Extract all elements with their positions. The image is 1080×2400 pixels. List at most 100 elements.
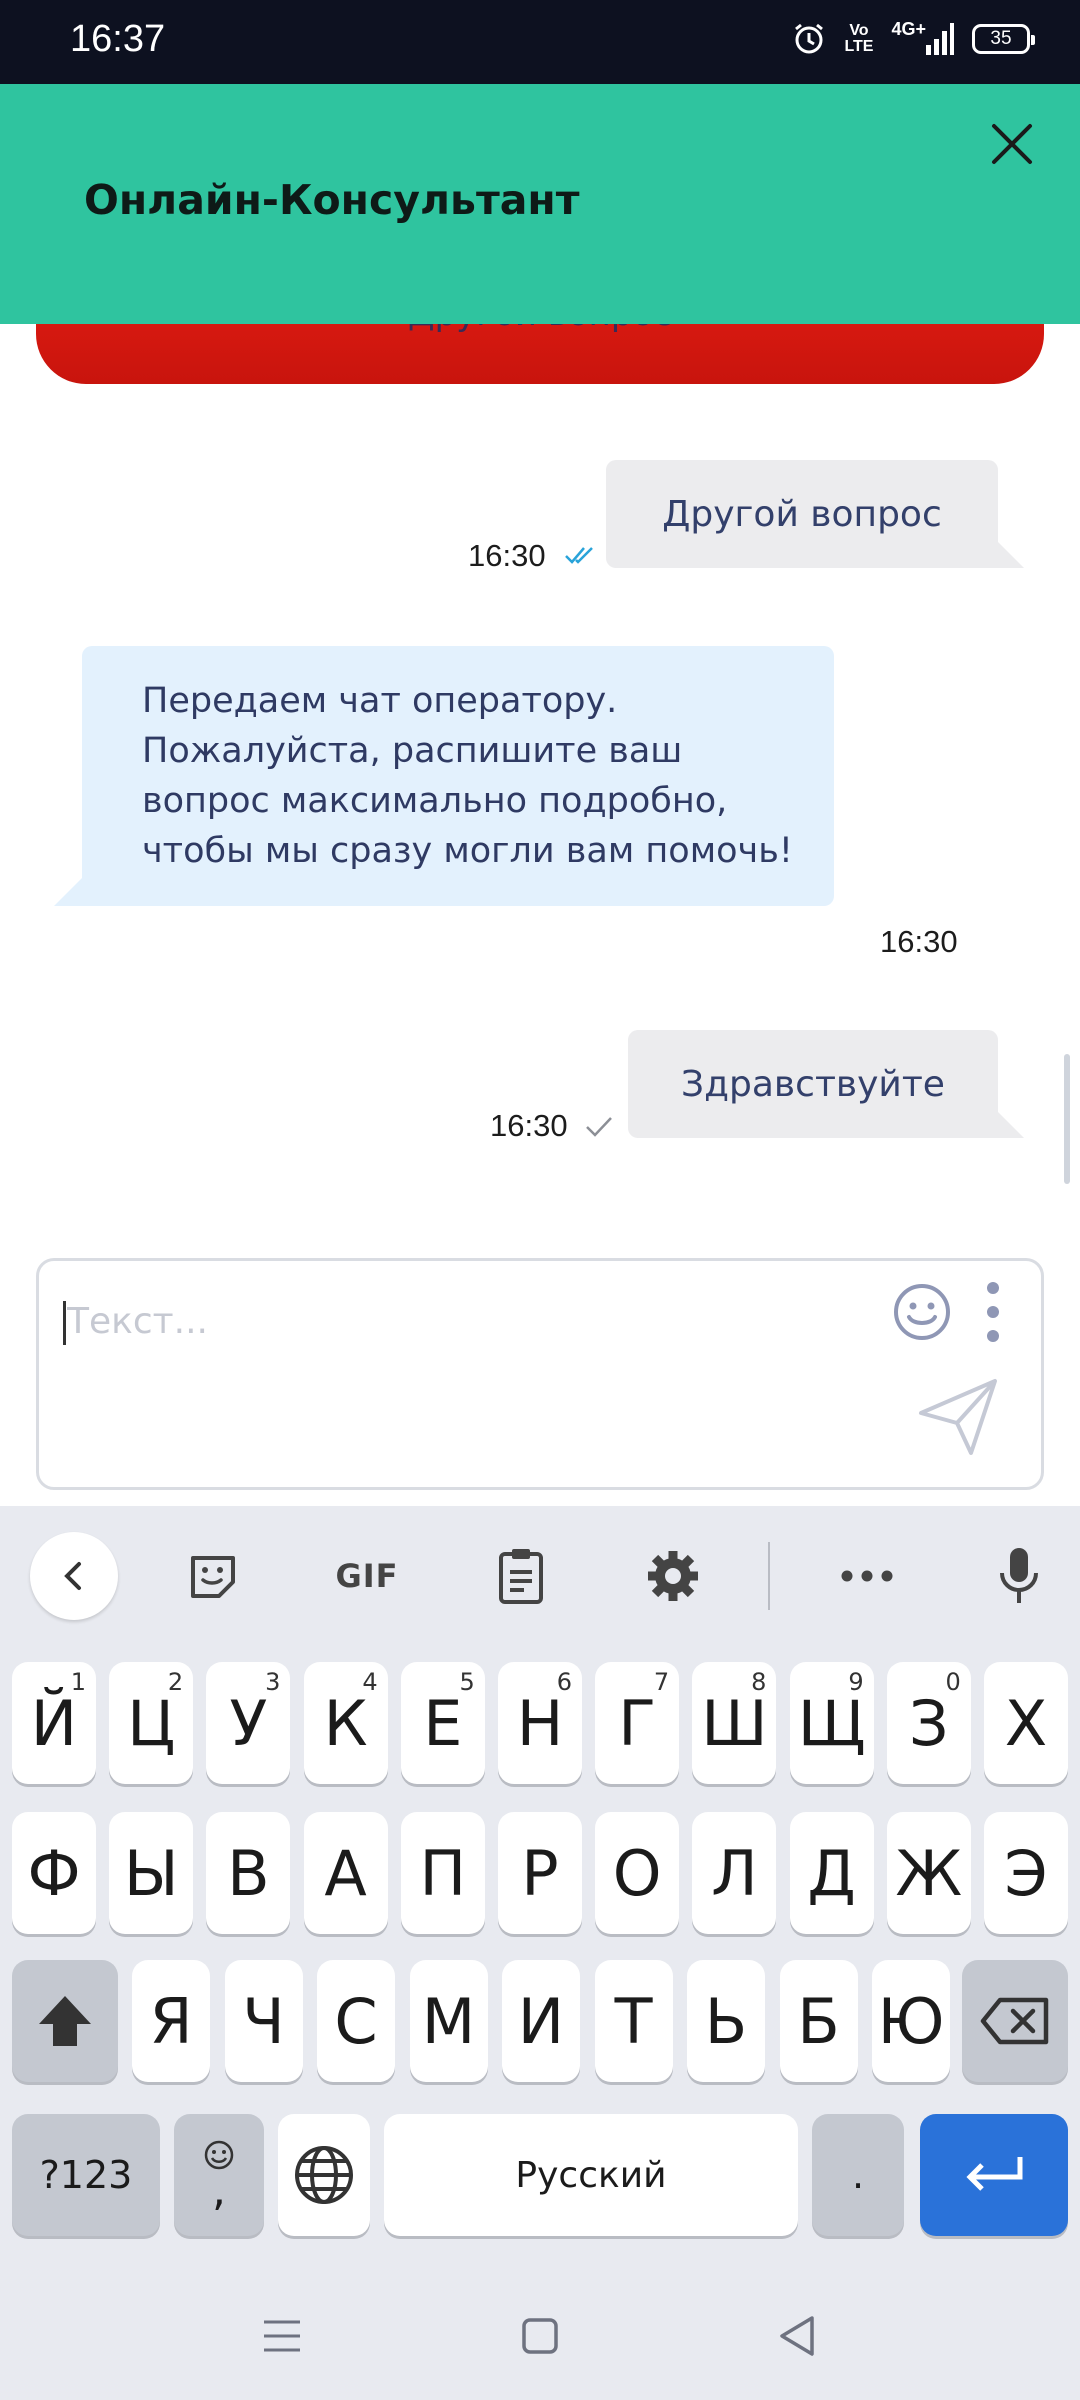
chat-scrollbar[interactable]	[1064, 1054, 1070, 1184]
key-label: К	[323, 1686, 368, 1760]
backspace-icon	[980, 1997, 1049, 2045]
page-title: Онлайн-Консультант	[84, 176, 580, 224]
network-type: 4G+	[891, 18, 926, 39]
signal-icon: 4G+	[891, 19, 954, 55]
key-label: З	[908, 1686, 949, 1760]
key-hint: 0	[945, 1668, 961, 1696]
key[interactable]: Б	[779, 1960, 858, 2082]
key[interactable]: Е5	[400, 1662, 485, 1784]
globe-icon	[295, 2146, 353, 2204]
incoming-message: Передаем чат оператору. Пожалуйста, расп…	[54, 646, 834, 906]
key-label: Ш	[701, 1686, 768, 1760]
system-navigation-bar	[0, 2270, 1080, 2400]
keyboard-settings-button[interactable]	[638, 1534, 708, 1618]
key[interactable]: Д	[789, 1812, 874, 1934]
chat-messages[interactable]: Другой вопрос Другой вопрос 16:30 Переда…	[0, 324, 1080, 1224]
voice-input-button[interactable]	[984, 1534, 1054, 1618]
message-input[interactable]	[67, 1291, 887, 1351]
alarm-icon	[792, 22, 826, 56]
shift-icon	[39, 1996, 91, 2046]
status-bar: 16:37 Vo LTE 4G+ 35	[0, 0, 1080, 84]
message-time: 16:30	[880, 924, 958, 959]
key[interactable]: Г7	[595, 1662, 680, 1784]
comma-key[interactable]: ,	[174, 2114, 264, 2236]
key-hint: 1	[70, 1668, 86, 1696]
keyboard-back-button[interactable]	[30, 1532, 118, 1620]
volte-icon: Vo LTE	[844, 22, 874, 55]
key-label: Х	[1004, 1686, 1048, 1760]
key[interactable]: А	[303, 1812, 388, 1934]
key[interactable]: О	[595, 1812, 680, 1934]
key-hint: 2	[167, 1668, 184, 1696]
outgoing-message: Здравствуйте	[628, 1030, 1024, 1138]
more-horizontal-icon	[841, 1570, 893, 1582]
key[interactable]: К4	[303, 1662, 388, 1784]
key-hint: 7	[653, 1668, 670, 1696]
chevron-left-icon	[64, 1562, 81, 1590]
space-key[interactable]: Русский	[384, 2114, 798, 2236]
key[interactable]: Ш8	[692, 1662, 777, 1784]
key[interactable]: Ч	[224, 1960, 303, 2082]
key-label: Н	[516, 1686, 564, 1760]
key[interactable]: Л	[692, 1812, 777, 1934]
enter-icon	[966, 2157, 1023, 2191]
more-options-button[interactable]	[983, 1279, 1003, 1345]
send-icon	[919, 1379, 997, 1455]
more-tools-button[interactable]	[832, 1534, 902, 1618]
back-icon[interactable]	[768, 2306, 828, 2366]
language-key[interactable]	[278, 2114, 370, 2236]
key[interactable]: Х	[984, 1662, 1068, 1784]
chat-header: Онлайн-Консультант	[0, 84, 1080, 324]
key[interactable]: У3	[206, 1662, 291, 1784]
emoji-button[interactable]	[891, 1281, 953, 1343]
key[interactable]: И	[502, 1960, 580, 2082]
key[interactable]: Щ9	[789, 1662, 874, 1784]
key[interactable]: Р	[498, 1812, 582, 1934]
smile-icon	[894, 1284, 950, 1340]
key-hint: 8	[751, 1668, 767, 1696]
key[interactable]: З0	[886, 1662, 971, 1784]
close-button[interactable]	[980, 112, 1044, 176]
key-label: Щ	[797, 1686, 866, 1760]
key[interactable]: Э	[984, 1812, 1068, 1934]
shift-key[interactable]	[12, 1960, 118, 2082]
quick-reply-button[interactable]: Другой вопрос	[36, 324, 1044, 384]
key[interactable]: М	[409, 1960, 488, 2082]
home-icon[interactable]	[510, 2306, 570, 2366]
key-label: Ц	[127, 1686, 176, 1760]
send-button[interactable]	[915, 1373, 1003, 1461]
key[interactable]: В	[206, 1812, 291, 1934]
menu-icon[interactable]	[252, 2306, 312, 2366]
message-time: 16:30	[468, 538, 546, 573]
key-hint: 9	[848, 1668, 864, 1696]
key[interactable]: Ф	[12, 1812, 96, 1934]
enter-key[interactable]	[920, 2114, 1068, 2236]
key[interactable]: Ц2	[109, 1662, 194, 1784]
key[interactable]: Я	[132, 1960, 210, 2082]
gear-icon	[648, 1551, 698, 1601]
key[interactable]: П	[400, 1812, 485, 1934]
clipboard-button[interactable]	[486, 1534, 556, 1618]
key-label: У	[229, 1686, 268, 1760]
key[interactable]: С	[317, 1960, 395, 2082]
symbols-key[interactable]: ?123	[12, 2114, 160, 2236]
sticker-button[interactable]	[178, 1534, 248, 1618]
key[interactable]: Ю	[872, 1960, 950, 2082]
key[interactable]: Н6	[498, 1662, 582, 1784]
battery-icon: 35	[972, 24, 1035, 54]
key[interactable]: Ж	[886, 1812, 971, 1934]
key[interactable]: Ь	[687, 1960, 765, 2082]
double-check-icon	[565, 547, 593, 564]
text-caret	[63, 1301, 66, 1345]
key[interactable]: Й1	[12, 1662, 96, 1784]
key[interactable]: Ы	[109, 1812, 194, 1934]
key[interactable]: Т	[594, 1960, 673, 2082]
more-vertical-icon	[987, 1282, 999, 1342]
key-hint: 5	[459, 1668, 475, 1696]
key-label: Й	[30, 1686, 78, 1760]
toolbar-divider	[768, 1542, 770, 1610]
gif-button[interactable]: GIF	[322, 1534, 412, 1618]
message-composer	[36, 1258, 1044, 1490]
period-key[interactable]: .	[812, 2114, 904, 2236]
backspace-key[interactable]	[962, 1960, 1068, 2082]
